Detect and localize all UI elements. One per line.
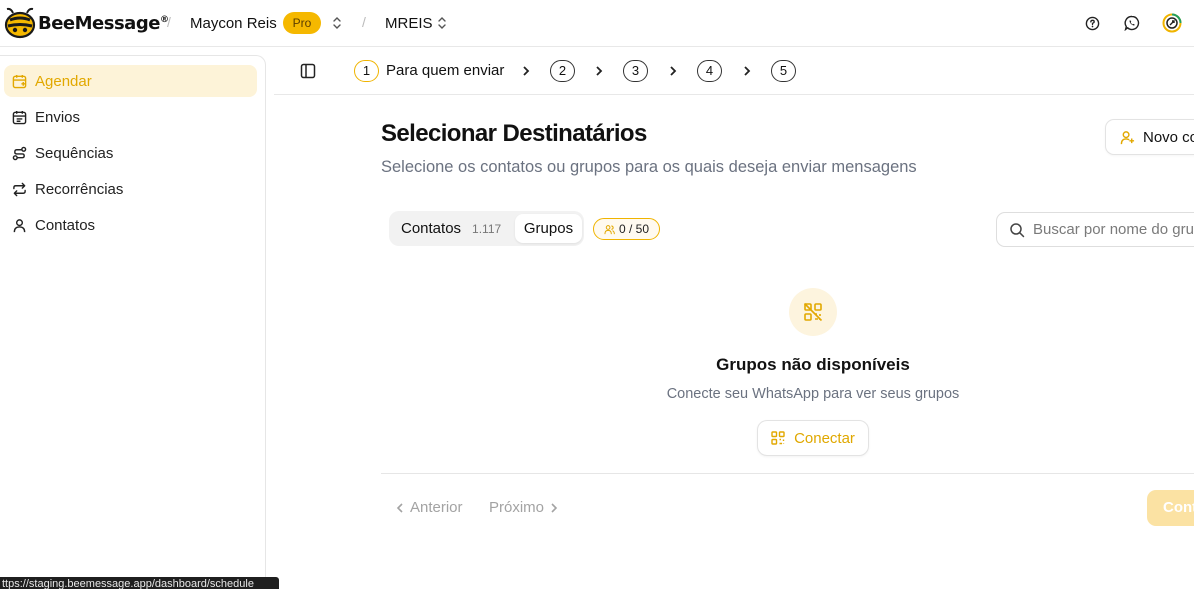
logo[interactable]: BeeMessage® — [3, 6, 169, 40]
sidebar-item-label: Agendar — [35, 72, 92, 90]
new-contact-label: Novo co — [1143, 128, 1194, 146]
search-input[interactable] — [1033, 221, 1194, 238]
previous-label: Anterior — [410, 499, 463, 516]
sidebar-toggle-icon[interactable] — [300, 63, 316, 79]
user-switcher-chevron-icon[interactable] — [331, 14, 343, 32]
chevron-right-icon — [744, 66, 751, 76]
empty-state-icon-wrap — [789, 288, 837, 336]
recipient-tabs: Contatos 1.117 Grupos — [389, 211, 584, 246]
step-5[interactable]: 5 — [771, 60, 796, 82]
chevron-right-icon — [523, 66, 530, 76]
sidebar-item-label: Sequências — [35, 144, 114, 162]
whatsapp-icon[interactable] — [1122, 13, 1142, 33]
tab-grupos-label: Grupos — [523, 220, 574, 237]
empty-state-title: Grupos não disponíveis — [716, 355, 910, 374]
breadcrumb-separator: / — [362, 14, 366, 30]
search-icon — [1010, 222, 1025, 237]
sidebar-item-envios[interactable]: Envios — [4, 101, 257, 133]
tab-contatos-count: 1.117 — [472, 221, 502, 236]
new-contact-button[interactable]: Novo co — [1105, 119, 1194, 155]
tab-grupos[interactable]: Grupos — [515, 214, 582, 243]
users-icon — [604, 224, 615, 234]
selection-limit-badge: 0 / 50 — [593, 218, 660, 240]
sidebar-item-agendar[interactable]: Agendar — [4, 65, 257, 97]
tab-contatos-label: Contatos — [401, 220, 462, 237]
step-1-label: Para quem enviar — [386, 62, 505, 79]
next-label: Próximo — [489, 499, 545, 516]
workspace-name[interactable]: MREIS — [385, 15, 433, 32]
calendar-plus-icon — [12, 74, 27, 88]
empty-state-text: Conecte seu WhatsApp para ver seus grupo… — [666, 386, 960, 402]
chevron-left-icon — [396, 502, 403, 513]
sidebar-item-label: Recorrências — [35, 180, 124, 198]
sidebar-item-label: Contatos — [35, 216, 96, 234]
previous-button[interactable]: Anterior — [395, 499, 463, 516]
chevron-right-icon — [596, 66, 603, 76]
connect-button[interactable]: Conectar — [757, 420, 869, 456]
route-icon — [12, 146, 27, 160]
connect-button-label: Conectar — [794, 429, 855, 447]
repeat-icon — [13, 182, 26, 196]
chevron-right-icon — [551, 502, 558, 513]
group-search[interactable] — [996, 212, 1194, 247]
qr-code-off-icon — [803, 302, 823, 322]
next-button[interactable]: Próximo — [489, 499, 559, 516]
user-plus-icon — [1120, 130, 1135, 144]
workspace-switcher-chevron-icon[interactable] — [436, 14, 448, 32]
step-3[interactable]: 3 — [623, 60, 648, 82]
footer-divider — [381, 473, 1194, 474]
stepper-bar: 1 Para quem enviar 2 3 4 5 — [274, 47, 1194, 95]
breadcrumb-separator: / — [167, 14, 171, 30]
step-1[interactable]: 1 — [354, 60, 379, 82]
plan-badge: Pro — [283, 12, 321, 34]
calendar-icon — [12, 110, 27, 124]
top-bar: BeeMessage® / Maycon Reis Pro / MREIS — [0, 0, 1194, 47]
page-title: Selecionar Destinatários — [381, 120, 647, 147]
tab-contatos[interactable]: Contatos 1.117 — [393, 214, 513, 243]
help-icon[interactable] — [1082, 13, 1102, 33]
sidebar-item-contatos[interactable]: Contatos — [4, 209, 257, 241]
continue-button[interactable]: Cont — [1147, 490, 1194, 526]
step-4[interactable]: 4 — [697, 60, 722, 82]
chevron-right-icon — [670, 66, 677, 76]
sidebar-item-sequencias[interactable]: Sequências — [4, 137, 257, 169]
qr-code-icon — [771, 431, 785, 445]
user-icon — [13, 218, 26, 232]
bee-logo-icon — [4, 7, 36, 39]
sidebar-item-recorrencias[interactable]: Recorrências — [4, 173, 257, 205]
avatar-ring-icon[interactable] — [1162, 13, 1182, 33]
selection-limit-text: 0 / 50 — [618, 222, 650, 236]
logo-text: BeeMessage® — [38, 12, 169, 34]
status-bar-url: ttps://staging.beemessage.app/dashboard/… — [0, 577, 279, 589]
sidebar: Agendar Envios Sequências Recorrências C… — [0, 55, 266, 589]
user-name[interactable]: Maycon Reis — [190, 15, 277, 32]
sidebar-item-label: Envios — [35, 108, 81, 126]
step-2[interactable]: 2 — [550, 60, 575, 82]
page-subtitle: Selecione os contatos ou grupos para os … — [381, 158, 917, 176]
